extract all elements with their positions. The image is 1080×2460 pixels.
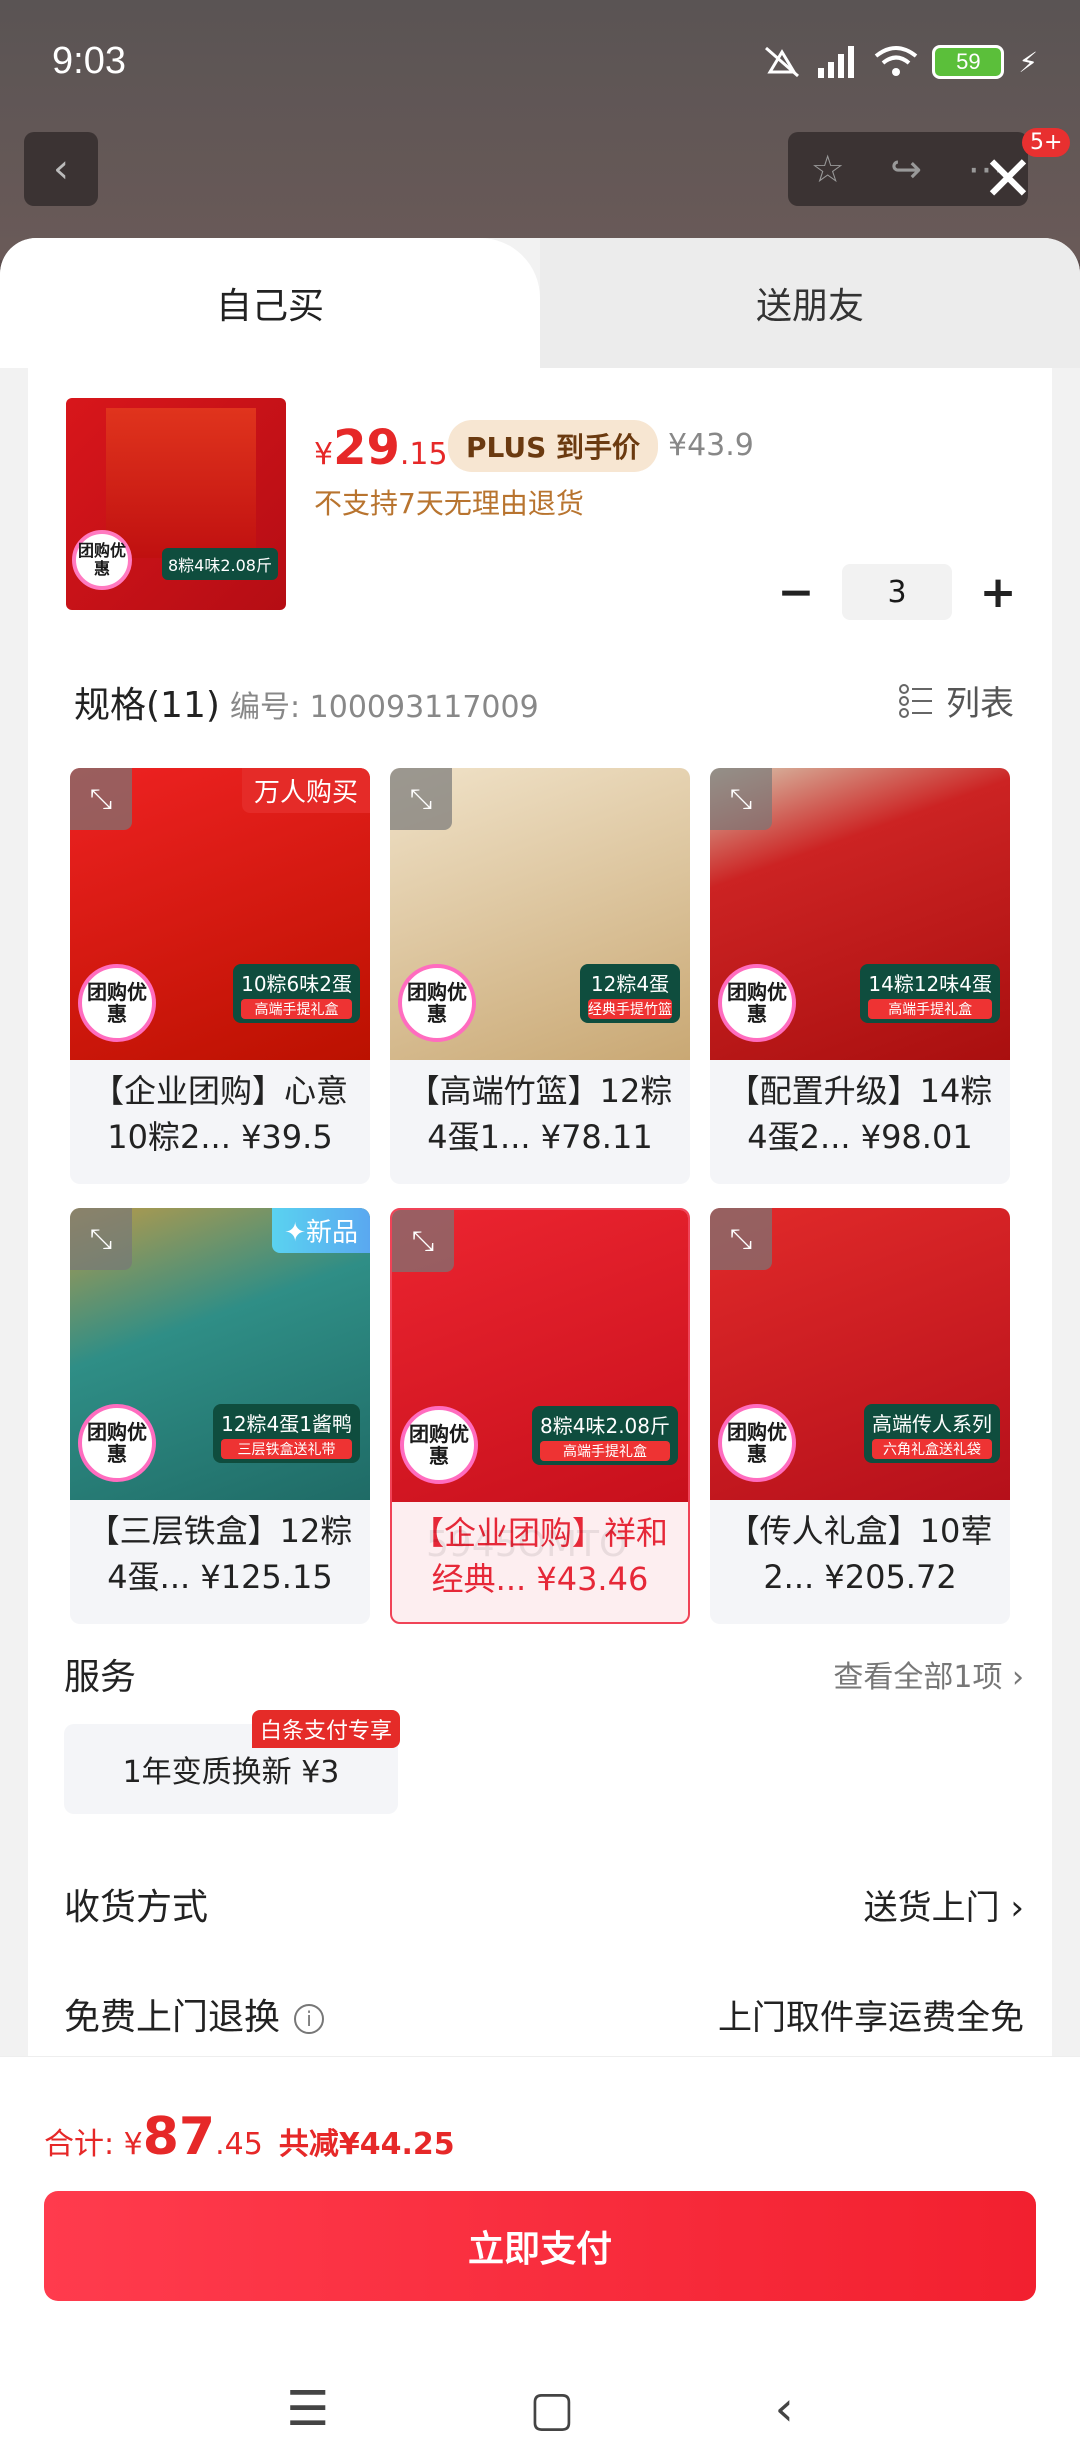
spec-item-tag: 8粽4味2.08斤 高端手提礼盒 (532, 1406, 678, 1465)
spec-item-1[interactable]: ⤡ 万人购买 团购优惠 10粽6味2蛋 高端手提礼盒 【企业团购】心意10粽2..… (70, 768, 370, 1184)
group-buy-badge: 团购优惠 (718, 1404, 796, 1482)
plus-price-badge: PLUS 到手价 (448, 420, 659, 472)
thumb-group-badge: 团购优惠 (72, 530, 132, 590)
spec-item-label: 【传人礼盒】10荤2... ¥205.72 (727, 1512, 993, 1596)
home-icon[interactable]: ▢ (529, 2381, 574, 2437)
page-back-button[interactable]: ‹ (24, 132, 98, 206)
total-discount: 共减¥44.25 (278, 2127, 455, 2162)
total-integer: 87 (142, 2107, 216, 2167)
decrease-button[interactable]: − (776, 567, 816, 618)
tab-gift-friend[interactable]: 送朋友 (540, 238, 1080, 368)
spec-item-label: 【高端竹篮】12粽4蛋1... ¥78.11 (407, 1072, 673, 1156)
price-integer: 29 (333, 420, 400, 476)
product-price: ¥ 29 .15 (314, 420, 448, 476)
spec-code: 编号: 100093117009 (230, 690, 539, 725)
spec-header: 规格(11) 编号: 100093117009 列表 (74, 676, 1014, 726)
info-icon[interactable]: i (294, 2004, 325, 2034)
expand-icon[interactable]: ⤡ (710, 768, 772, 830)
spec-item-label: 【企业团购】心意10粽2... ¥39.5 (91, 1072, 348, 1156)
favorite-star-icon[interactable]: ☆ (811, 147, 845, 191)
expand-icon[interactable]: ⤡ (710, 1208, 772, 1270)
spec-item-tag: 12粽4蛋1酱鸭 三层铁盒送礼带 (213, 1404, 360, 1463)
group-buy-badge: 团购优惠 (78, 1404, 156, 1482)
original-price: ¥43.9 (668, 428, 754, 463)
purchase-sheet: 自己买 送朋友 8粽4味2.08斤 团购优惠 ¥ 29 .15 PLUS 到手价… (0, 238, 1080, 2460)
expand-icon[interactable]: ⤡ (392, 1210, 454, 1272)
spec-item-badge: ✦新品 (272, 1208, 370, 1253)
signal-icon (818, 46, 855, 78)
delivery-value: 送货上门 › (863, 1888, 1024, 1928)
list-label: 列表 (946, 684, 1014, 724)
list-view-toggle[interactable]: 列表 (898, 676, 1014, 725)
share-icon[interactable]: ↪ (890, 147, 922, 191)
group-buy-badge: 团购优惠 (718, 964, 796, 1042)
spec-item-tag: 14粽12味4蛋 高端手提礼盒 (860, 964, 1000, 1023)
back-icon[interactable]: ‹ (775, 2381, 794, 2437)
purchase-card: 8粽4味2.08斤 团购优惠 ¥ 29 .15 PLUS 到手价 ¥43.9 不… (28, 368, 1052, 2168)
battery-icon: 59 (932, 45, 1005, 79)
free-return-title: 免费上门退换 i (64, 1988, 325, 2040)
price-currency: ¥ (314, 437, 334, 472)
purchase-tabs: 自己买 送朋友 (0, 238, 1080, 368)
charging-icon: ⚡ (1018, 45, 1038, 79)
increase-button[interactable]: + (978, 567, 1018, 618)
quantity-value[interactable]: 3 (842, 564, 952, 620)
close-sheet-icon[interactable]: ✕ (982, 148, 1034, 210)
group-buy-badge: 团购优惠 (78, 964, 156, 1042)
checkout-bar: 合计: ¥ 87 .45 共减¥44.25 立即支付 ☰ ▢ ‹ (0, 2056, 1080, 2460)
spec-item-6[interactable]: ⤡ 团购优惠 高端传人系列 六角礼盒送礼袋 【传人礼盒】10荤2... ¥205.… (710, 1208, 1010, 1624)
expand-icon[interactable]: ⤡ (390, 768, 452, 830)
delivery-title: 收货方式 (64, 1887, 209, 1928)
status-bar: 9:03 59 ⚡ (0, 0, 1080, 130)
total-decimal: .45 (215, 2127, 263, 2162)
spec-item-label: 【配置升级】14粽4蛋2... ¥98.01 (727, 1072, 993, 1156)
tab-buy-self[interactable]: 自己买 (0, 238, 540, 368)
group-buy-badge: 团购优惠 (398, 964, 476, 1042)
price-decimal: .15 (399, 437, 448, 472)
menu-icon[interactable]: ☰ (286, 2381, 329, 2437)
list-icon (899, 683, 932, 718)
free-return-value: 上门取件享运费全免 (718, 1998, 1024, 2038)
mute-icon (765, 46, 800, 78)
status-icons: 59 ⚡ (762, 44, 1038, 80)
spec-item-tag: 10粽6味2蛋 高端手提礼盒 (233, 964, 360, 1023)
spec-title: 规格(11) (74, 685, 220, 726)
spec-item-3[interactable]: ⤡ 团购优惠 14粽12味4蛋 高端手提礼盒 【配置升级】14粽4蛋2... ¥9… (710, 768, 1010, 1184)
expand-icon[interactable]: ⤡ (70, 768, 132, 830)
service-option-tag: 白条支付专享 (252, 1710, 401, 1748)
spec-item-badge: 万人购买 (241, 768, 370, 813)
status-time: 9:03 (52, 40, 126, 82)
quantity-stepper: − 3 + (776, 564, 1018, 620)
total-label: 合计: ¥ (44, 2127, 143, 2162)
group-buy-badge: 团购优惠 (400, 1406, 478, 1484)
system-nav-bar: ☰ ▢ ‹ (0, 2357, 1080, 2460)
expand-icon[interactable]: ⤡ (70, 1208, 132, 1270)
services-title: 服务 (64, 1657, 137, 1698)
order-total: 合计: ¥ 87 .45 共减¥44.25 (44, 2107, 455, 2167)
wifi-icon (875, 46, 918, 76)
spec-item-label: 【三层铁盒】12粽4蛋... ¥125.15 (87, 1512, 353, 1596)
spec-item-2[interactable]: ⤡ 团购优惠 12粽4蛋 经典手提竹篮 【高端竹篮】12粽4蛋1... ¥78.1… (390, 768, 690, 1184)
spec-item-4[interactable]: ⤡ ✦新品 团购优惠 12粽4蛋1酱鸭 三层铁盒送礼带 【三层铁盒】12粽4蛋..… (70, 1208, 370, 1624)
spec-item-tag: 高端传人系列 六角礼盒送礼袋 (864, 1404, 1000, 1463)
pay-now-button[interactable]: 立即支付 (44, 2191, 1036, 2301)
thumb-tag: 8粽4味2.08斤 (162, 548, 278, 580)
spec-item-tag: 12粽4蛋 经典手提竹篮 (580, 964, 680, 1023)
return-policy-note: 不支持7天无理由退货 (314, 487, 584, 520)
thumb-box-art (106, 408, 256, 558)
view-all-services-link[interactable]: 查看全部1项 › (833, 1652, 1024, 1696)
product-thumbnail[interactable]: 8粽4味2.08斤 团购优惠 (66, 398, 286, 610)
watermark: 5945OMTO (426, 1524, 628, 1565)
